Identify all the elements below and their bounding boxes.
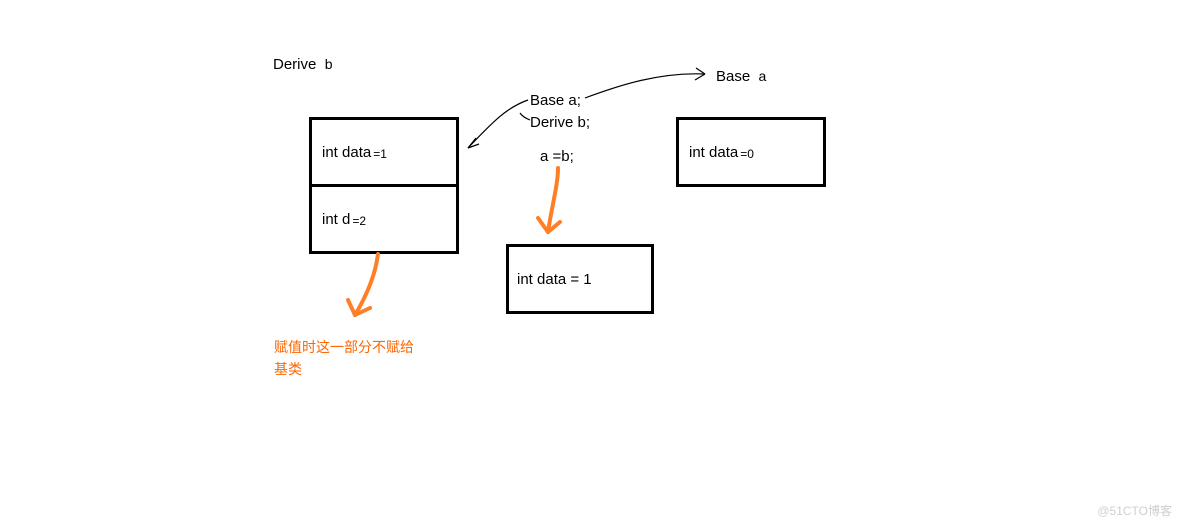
base-field-data: int data =0 xyxy=(676,117,826,187)
derive-field-data: int data =1 xyxy=(309,117,459,187)
annotation-line1: 赋值时这一部分不赋给 xyxy=(274,336,414,358)
arrow-to-base xyxy=(585,68,705,98)
base-field-data-name: int data xyxy=(689,144,738,161)
base-title: Base a xyxy=(716,68,766,85)
base-title-word: Base xyxy=(716,68,750,85)
code-line-1: Base a; xyxy=(530,92,581,109)
orange-arrow-down xyxy=(538,168,560,232)
base-field-data-val: =0 xyxy=(740,147,754,161)
derive-title-var: b xyxy=(325,56,333,72)
watermark: @51CTO博客 xyxy=(1097,502,1172,519)
base-title-var: a xyxy=(759,68,767,84)
code-line-2: Derive b; xyxy=(530,114,590,131)
derive-field-d: int d =2 xyxy=(309,184,459,254)
orange-arrow-annotation xyxy=(348,254,378,315)
derive-field-data-val: =1 xyxy=(373,147,387,161)
derive-title: Derive b xyxy=(273,56,333,73)
result-field-text: int data = 1 xyxy=(517,271,592,288)
code-line-3: a =b; xyxy=(540,148,574,165)
hook-derive-line xyxy=(520,113,530,120)
derive-title-word: Derive xyxy=(273,56,316,73)
derive-field-data-name: int data xyxy=(322,144,371,161)
derive-field-d-name: int d xyxy=(322,211,350,228)
annotation-text: 赋值时这一部分不赋给 基类 xyxy=(274,336,414,381)
annotation-line2: 基类 xyxy=(274,358,414,380)
result-field: int data = 1 xyxy=(506,244,654,314)
derive-field-d-val: =2 xyxy=(352,214,366,228)
arrow-to-derive xyxy=(468,100,528,148)
